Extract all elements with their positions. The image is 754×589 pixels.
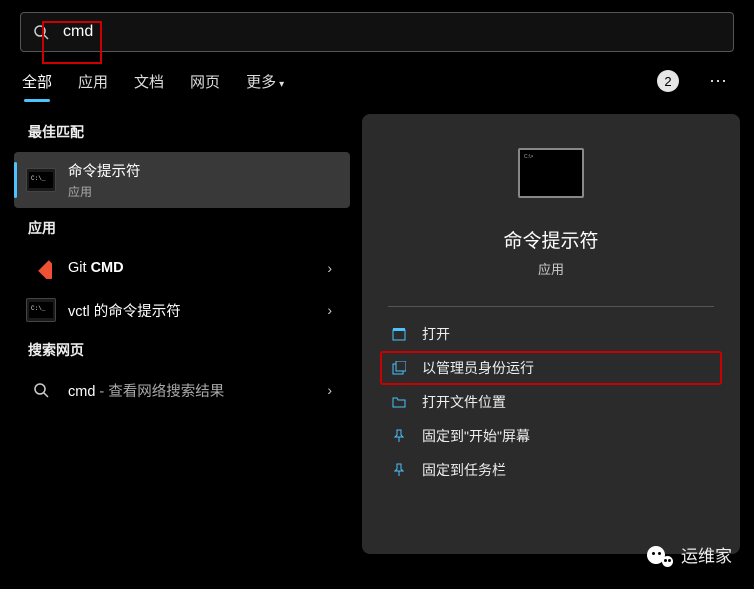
result-title: vctl 的命令提示符	[68, 300, 321, 321]
search-bar[interactable]	[20, 12, 734, 52]
preview-subtitle: 应用	[538, 259, 564, 278]
tab-all[interactable]: 全部	[22, 71, 52, 92]
action-label: 打开文件位置	[422, 392, 506, 412]
folder-icon	[390, 395, 408, 409]
cmd-icon: C:\_	[26, 168, 56, 192]
result-git-cmd[interactable]: Git CMD ›	[14, 248, 350, 288]
tab-apps[interactable]: 应用	[78, 71, 108, 92]
section-web: 搜索网页	[14, 332, 350, 368]
app-thumbnail: C:\>	[518, 148, 584, 198]
watermark: 运维家	[647, 542, 732, 567]
action-list: 打开 以管理员身份运行 打开文件位置 固定到"开始"屏幕	[362, 317, 740, 487]
result-title: cmd - 查看网络搜索结果	[68, 380, 321, 401]
git-icon	[26, 256, 56, 280]
chevron-right-icon: ›	[321, 302, 338, 318]
results-panel: 最佳匹配 C:\_ 命令提示符 应用 应用 Git CMD › C:\_	[14, 114, 350, 554]
chevron-right-icon: ›	[321, 260, 338, 276]
search-icon	[26, 378, 56, 402]
action-open[interactable]: 打开	[380, 317, 722, 351]
result-command-prompt[interactable]: C:\_ 命令提示符 应用	[14, 152, 350, 208]
action-run-as-admin[interactable]: 以管理员身份运行	[380, 351, 722, 385]
svg-text:C:\_: C:\_	[31, 305, 46, 312]
tab-more[interactable]: 更多▾	[246, 71, 284, 92]
action-label: 固定到任务栏	[422, 460, 506, 480]
action-label: 打开	[422, 324, 450, 344]
chevron-right-icon: ›	[321, 382, 338, 398]
section-best-match: 最佳匹配	[14, 114, 350, 150]
result-title: Git CMD	[68, 260, 321, 276]
preview-title: 命令提示符	[503, 226, 598, 253]
more-options-button[interactable]: ⋯	[705, 71, 732, 92]
open-icon	[390, 327, 408, 341]
action-pin-start[interactable]: 固定到"开始"屏幕	[380, 419, 722, 453]
admin-icon	[390, 361, 408, 375]
search-icon	[33, 24, 55, 40]
action-label: 以管理员身份运行	[422, 358, 534, 378]
action-pin-taskbar[interactable]: 固定到任务栏	[380, 453, 722, 487]
result-subtitle: 应用	[68, 183, 338, 200]
wechat-icon	[647, 543, 673, 567]
section-apps: 应用	[14, 210, 350, 246]
result-web-search[interactable]: cmd - 查看网络搜索结果 ›	[14, 370, 350, 410]
result-title: 命令提示符	[68, 160, 338, 181]
chevron-down-icon: ▾	[279, 79, 284, 90]
result-vctl-cmd[interactable]: C:\_ vctl 的命令提示符 ›	[14, 290, 350, 330]
result-count-badge[interactable]: 2	[657, 70, 679, 92]
action-label: 固定到"开始"屏幕	[422, 426, 530, 446]
tab-docs[interactable]: 文档	[134, 71, 164, 92]
pin-icon	[390, 429, 408, 443]
search-input[interactable]	[63, 23, 721, 41]
divider	[388, 306, 714, 307]
preview-panel: C:\> 命令提示符 应用 打开 以管理员身份运行 打开文件位	[362, 114, 740, 554]
cmd-icon: C:\_	[26, 298, 56, 322]
filter-tabs: 全部 应用 文档 网页 更多▾ 2 ⋯	[0, 52, 754, 102]
action-open-location[interactable]: 打开文件位置	[380, 385, 722, 419]
tab-web[interactable]: 网页	[190, 71, 220, 92]
svg-text:C:\_: C:\_	[31, 175, 46, 182]
watermark-text: 运维家	[681, 542, 732, 567]
pin-icon	[390, 463, 408, 477]
